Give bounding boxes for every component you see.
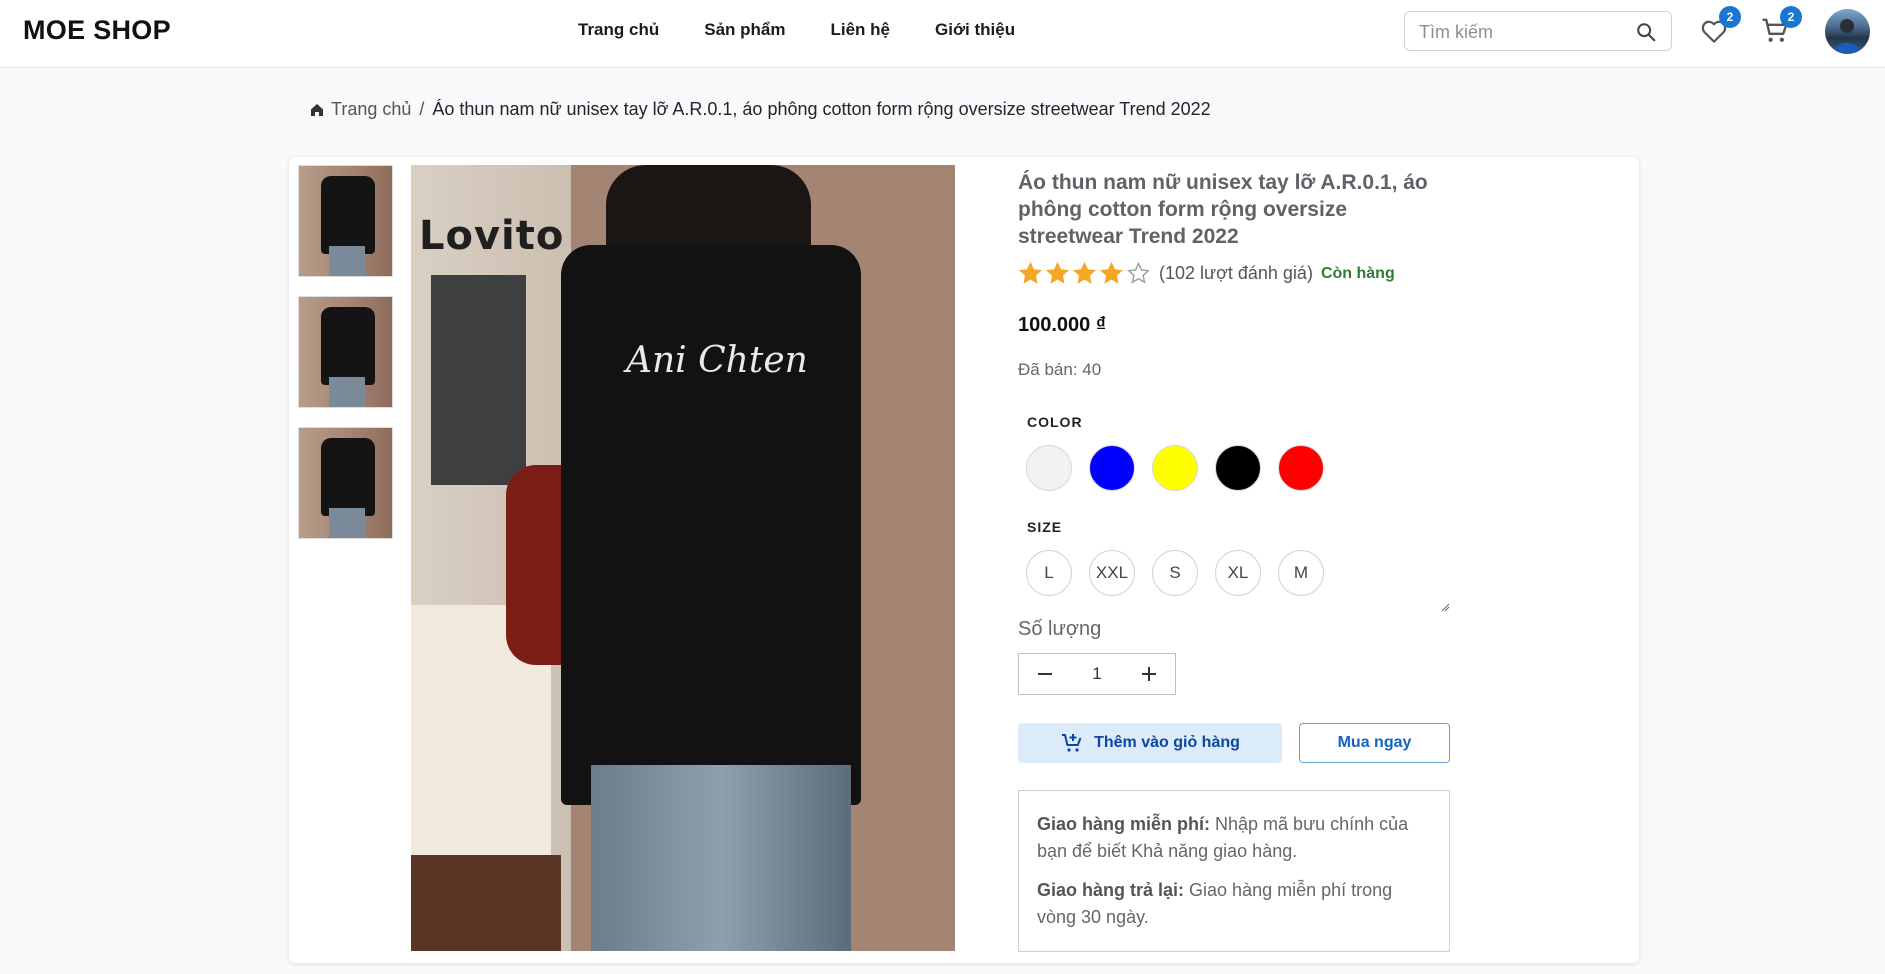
- add-to-cart-button[interactable]: Thêm vào giỏ hàng: [1018, 723, 1282, 763]
- star-empty-icon: [1127, 261, 1150, 284]
- stock-status: Còn hàng: [1320, 264, 1395, 282]
- wishlist-badge: 2: [1719, 6, 1741, 28]
- quantity-decrease-button[interactable]: [1019, 654, 1070, 694]
- image-brand-text: Lovito: [419, 213, 565, 259]
- color-label: COLOR: [1027, 414, 1083, 430]
- quantity-value[interactable]: 1: [1070, 654, 1123, 694]
- return-shipping-note: Giao hàng trả lại: Giao hàng miễn phí tr…: [1037, 880, 1393, 927]
- free-shipping-note: Giao hàng miễn phí: Nhập mã bưu chính củ…: [1037, 814, 1409, 861]
- wishlist-button[interactable]: 2: [1699, 6, 1741, 46]
- cart-badge: 2: [1780, 6, 1802, 28]
- product-price: 100.000 ₫: [1018, 314, 1107, 336]
- breadcrumb-home-label: Trang chủ: [331, 99, 412, 119]
- resize-grip-icon[interactable]: [1440, 602, 1450, 612]
- breadcrumb-separator: /: [419, 99, 425, 119]
- header: MOE SHOP Trang chủ Sản phẩm Liên hệ Giới…: [0, 0, 1885, 68]
- quantity-increase-button[interactable]: [1124, 654, 1175, 694]
- shipping-info: Giao hàng miễn phí: Nhập mã bưu chính củ…: [1018, 790, 1450, 952]
- size-option[interactable]: S: [1152, 550, 1198, 596]
- size-option[interactable]: XXL: [1089, 550, 1135, 596]
- add-cart-icon: [1062, 734, 1082, 752]
- color-swatch[interactable]: [1026, 445, 1072, 491]
- add-to-cart-label: Thêm vào giỏ hàng: [1094, 734, 1240, 751]
- search-icon[interactable]: [1635, 21, 1657, 43]
- star-filled-icon: [1046, 261, 1069, 284]
- sold-count: Đã bán: 40: [1018, 360, 1102, 379]
- breadcrumb-current: Áo thun nam nữ unisex tay lỡ A.R.0.1, áo…: [432, 99, 1211, 119]
- color-swatch[interactable]: [1215, 445, 1261, 491]
- avatar[interactable]: [1825, 9, 1870, 54]
- nav-home[interactable]: Trang chủ: [578, 20, 659, 40]
- main-nav: Trang chủ Sản phẩm Liên hệ Giới thiệu: [578, 20, 1015, 40]
- color-swatch[interactable]: [1152, 445, 1198, 491]
- breadcrumb: Trang chủ / Áo thun nam nữ unisex tay lỡ…: [309, 99, 1211, 120]
- color-swatch[interactable]: [1278, 445, 1324, 491]
- cart-button[interactable]: 2: [1760, 6, 1802, 46]
- product-thumbnail[interactable]: [298, 296, 393, 408]
- search-input[interactable]: [1419, 21, 1629, 43]
- size-option[interactable]: XL: [1215, 550, 1261, 596]
- breadcrumb-home[interactable]: Trang chủ: [309, 99, 411, 120]
- nav-products[interactable]: Sản phẩm: [704, 20, 785, 40]
- star-filled-icon: [1100, 261, 1123, 284]
- nav-contact[interactable]: Liên hệ: [830, 20, 890, 40]
- star-filled-icon: [1073, 261, 1096, 284]
- product-thumbnail[interactable]: [298, 427, 393, 539]
- plus-icon: [1142, 667, 1157, 681]
- quantity-label: Số lượng: [1018, 618, 1102, 640]
- product-thumbnail[interactable]: [298, 165, 393, 277]
- size-option[interactable]: L: [1026, 550, 1072, 596]
- home-icon: [311, 103, 323, 116]
- size-label: SIZE: [1027, 519, 1063, 535]
- color-options: [1026, 445, 1324, 491]
- review-count: (102 lượt đánh giá): [1159, 263, 1313, 283]
- size-option[interactable]: M: [1278, 550, 1324, 596]
- nav-about[interactable]: Giới thiệu: [935, 20, 1015, 40]
- rating-stars: [1018, 261, 1151, 286]
- size-options: L XXL S XL M: [1026, 550, 1324, 596]
- logo[interactable]: MOE SHOP: [23, 15, 171, 46]
- image-print-text: Ani Chten: [626, 340, 808, 381]
- product-title: Áo thun nam nữ unisex tay lỡ A.R.0.1, áo…: [1018, 171, 1428, 248]
- product-rating: (102 lượt đánh giá) Còn hàng: [1018, 261, 1395, 286]
- star-filled-icon: [1019, 261, 1042, 284]
- color-swatch[interactable]: [1089, 445, 1135, 491]
- product-main-image: Lovito Ani Chten: [411, 165, 955, 951]
- minus-icon: [1037, 673, 1052, 675]
- search-box: [1404, 11, 1672, 51]
- buy-now-button[interactable]: Mua ngay: [1299, 723, 1450, 763]
- quantity-stepper: 1: [1018, 653, 1176, 695]
